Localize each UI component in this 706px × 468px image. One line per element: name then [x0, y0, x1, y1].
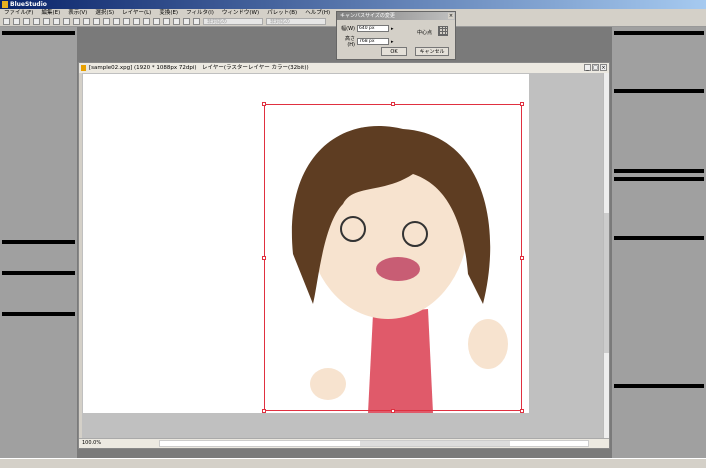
menu-view[interactable]: 表示(V) [68, 9, 87, 17]
resize-handle[interactable] [520, 409, 524, 413]
tool-button[interactable] [183, 18, 190, 25]
app-titlebar: BlueStudio [0, 0, 706, 9]
tool-button[interactable] [23, 18, 30, 25]
maximize-button[interactable]: □ [592, 64, 599, 71]
cancel-button[interactable]: キャンセル [415, 47, 449, 56]
menu-help[interactable]: ヘルプ(H) [305, 9, 330, 17]
tool-button[interactable] [153, 18, 160, 25]
anchor-label: 中心点 [417, 30, 433, 36]
selection-box[interactable] [262, 102, 524, 413]
resize-handle[interactable] [262, 256, 266, 260]
width-input[interactable] [357, 25, 389, 32]
canvas-size-dialog: キャンバスサイズの変更 × 幅(W) ▸ 高さ(H) ▸ 中心点 OK キャンセル [336, 11, 456, 60]
dialog-title: キャンバスサイズの変更 [340, 13, 395, 19]
resize-handle[interactable] [262, 409, 266, 413]
document-titlebar: [sample02.xpg] (1920 * 1088px 72dpi) レイヤ… [79, 63, 609, 73]
tool-button[interactable] [63, 18, 70, 25]
tool-button[interactable] [73, 18, 80, 25]
tool-button[interactable] [123, 18, 130, 25]
menu-file[interactable]: ファイル(F) [4, 9, 33, 17]
menu-filter[interactable]: フィルタ(I) [186, 9, 214, 17]
panel-divider [2, 271, 75, 275]
tool-button[interactable] [113, 18, 120, 25]
scroll-thumb[interactable] [604, 213, 609, 353]
menu-select[interactable]: 選択(S) [95, 9, 114, 17]
toolbar-select-2[interactable]: 非対応の [266, 18, 326, 25]
tool-button[interactable] [193, 18, 200, 25]
height-input[interactable] [357, 38, 389, 45]
tool-button[interactable] [143, 18, 150, 25]
menu-palette[interactable]: パレット(B) [267, 9, 297, 17]
close-button[interactable]: × [600, 64, 607, 71]
resize-handle[interactable] [391, 102, 395, 106]
right-panel [612, 27, 706, 458]
menu-layer[interactable]: レイヤー(L) [122, 9, 151, 17]
tool-button[interactable] [163, 18, 170, 25]
tool-button[interactable] [103, 18, 110, 25]
tool-button[interactable] [43, 18, 50, 25]
height-label: 高さ(H) [344, 36, 355, 48]
panel-divider [614, 177, 704, 181]
panel-divider [2, 31, 75, 35]
document-icon [81, 65, 86, 71]
document-statusbar: 100.0% [79, 438, 609, 448]
panel-divider [2, 312, 75, 316]
scroll-thumb[interactable] [360, 441, 510, 446]
resize-handle[interactable] [520, 256, 524, 260]
tool-button[interactable] [13, 18, 20, 25]
panel-divider [614, 236, 704, 240]
resize-handle[interactable] [262, 102, 266, 106]
width-row: 幅(W) ▸ [341, 25, 394, 32]
panel-divider [614, 169, 704, 173]
tool-button[interactable] [53, 18, 60, 25]
width-label: 幅(W) [341, 26, 355, 32]
document-title: [sample02.xpg] (1920 * 1088px 72dpi) レイヤ… [89, 65, 309, 71]
menu-edit[interactable]: 編集(E) [41, 9, 60, 17]
app-icon [2, 1, 8, 8]
left-panel [0, 27, 77, 458]
panel-divider [2, 240, 75, 244]
panel-divider [614, 31, 704, 35]
tool-button[interactable] [3, 18, 10, 25]
resize-handle[interactable] [520, 102, 524, 106]
vertical-scrollbar[interactable] [603, 73, 609, 440]
zoom-level[interactable]: 100.0% [82, 439, 101, 448]
anchor-grid-icon[interactable] [438, 26, 448, 36]
height-arrow-icon[interactable]: ▸ [391, 39, 394, 45]
menu-window[interactable]: ウィンドウ(W) [222, 9, 259, 17]
toolbar-select-1[interactable]: 非対応の [203, 18, 263, 25]
app-statusbar [0, 458, 706, 468]
tool-button[interactable] [33, 18, 40, 25]
app-title: BlueStudio [10, 1, 47, 8]
panel-divider [614, 384, 704, 388]
tool-button[interactable] [93, 18, 100, 25]
tool-button[interactable] [133, 18, 140, 25]
ok-button[interactable]: OK [381, 47, 407, 56]
minimize-button[interactable]: _ [584, 64, 591, 71]
tool-button[interactable] [173, 18, 180, 25]
tool-button[interactable] [83, 18, 90, 25]
panel-divider [614, 89, 704, 93]
horizontal-scrollbar[interactable] [159, 440, 589, 447]
menu-transform[interactable]: 変換(E) [159, 9, 178, 17]
dialog-close-button[interactable]: × [448, 13, 454, 19]
width-arrow-icon[interactable]: ▸ [391, 26, 394, 32]
resize-handle[interactable] [391, 409, 395, 413]
dialog-titlebar: キャンバスサイズの変更 × [337, 12, 455, 20]
